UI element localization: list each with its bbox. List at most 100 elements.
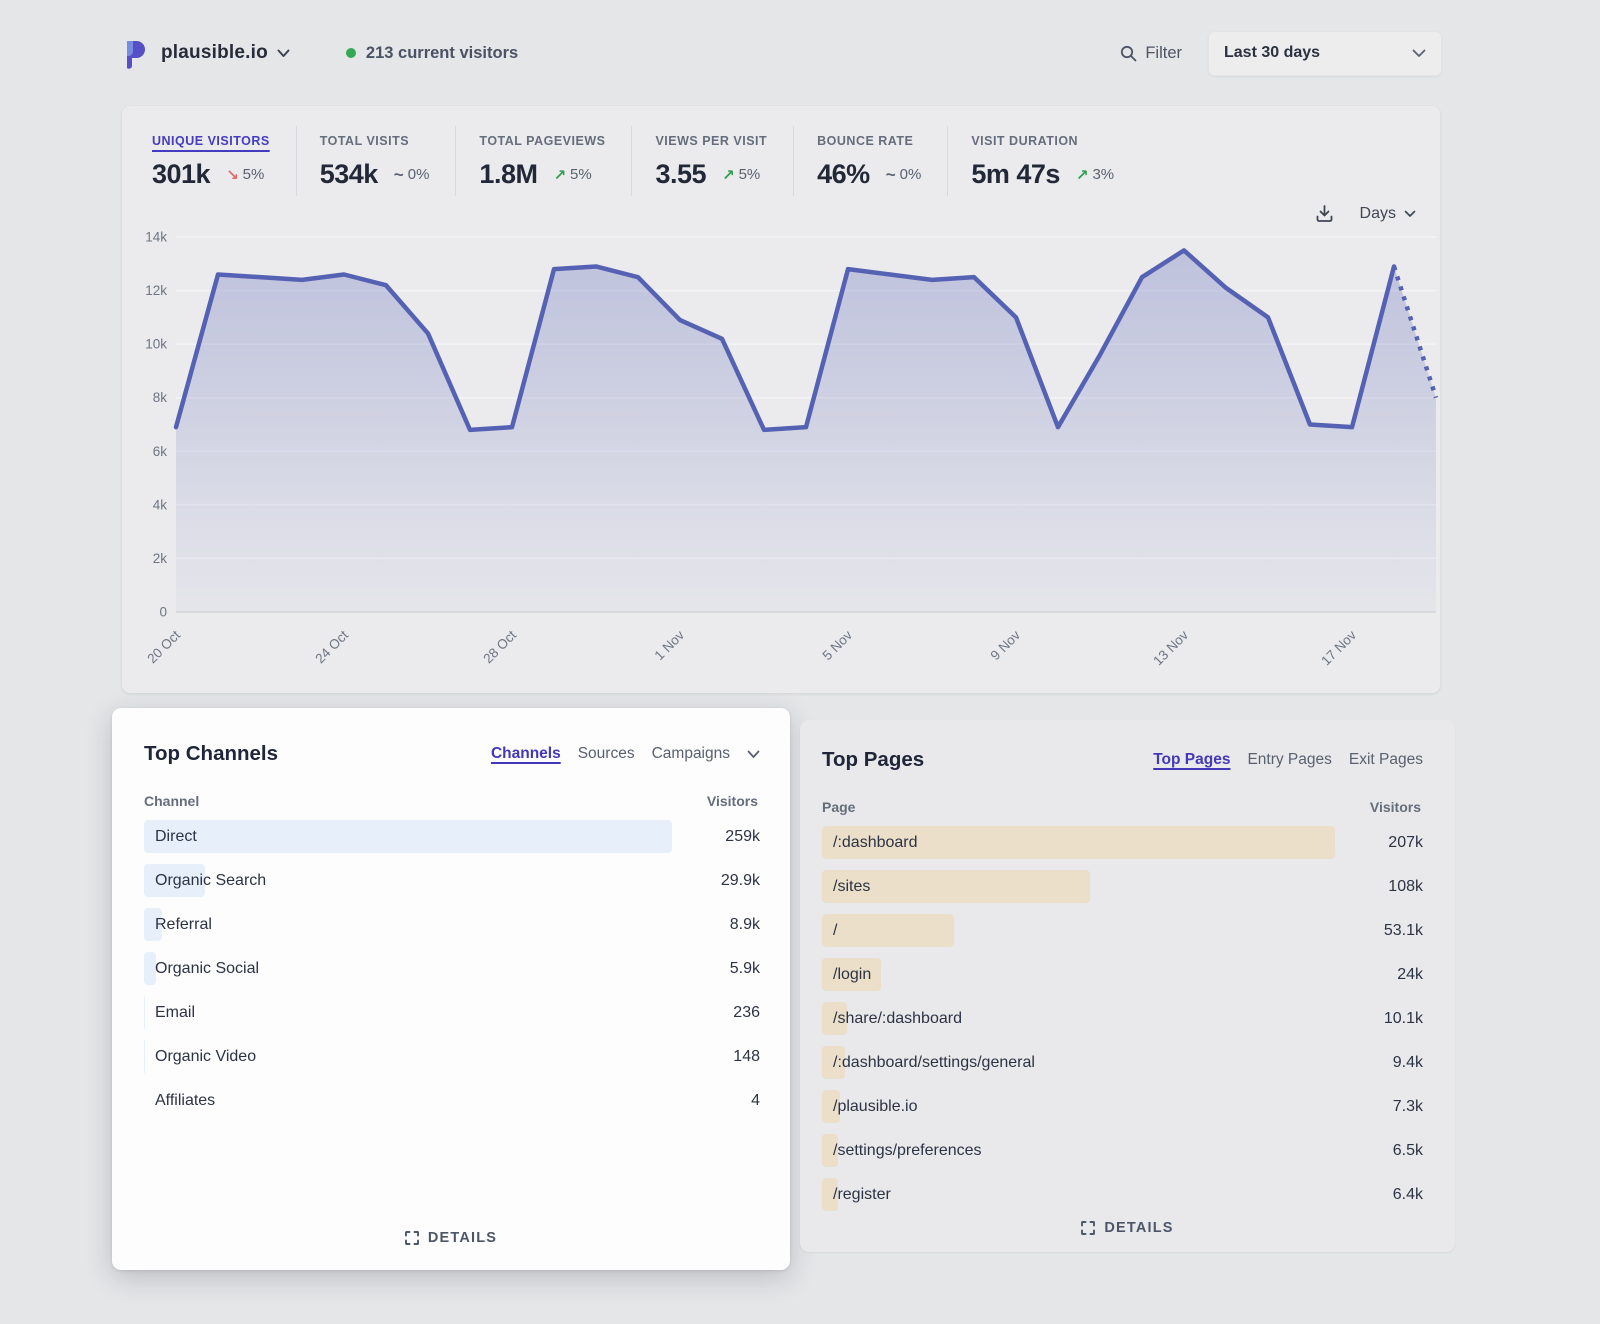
channel-row[interactable]: Affiliates 4 xyxy=(144,1084,760,1117)
row-label[interactable]: Referral xyxy=(144,916,212,933)
row-visitors-value: 259k xyxy=(672,828,760,846)
filter-button[interactable]: Filter xyxy=(1120,44,1182,63)
page-row[interactable]: /sites 108k xyxy=(822,870,1423,903)
trend-arrow-icon: ↘ xyxy=(226,166,239,184)
bar-track: Organic Search xyxy=(144,864,672,897)
plausible-logo-icon xyxy=(122,38,149,69)
pages-list: /:dashboard 207k/sites 108k / 53.1k/login24k… xyxy=(822,826,1423,1211)
stat-total-pageviews[interactable]: TOTAL PAGEVIEWS 1.8M ↗5% xyxy=(455,126,631,196)
row-visitors-value: 53.1k xyxy=(1335,922,1423,940)
row-label[interactable]: /login xyxy=(822,966,871,983)
tab-sources[interactable]: Sources xyxy=(578,745,635,763)
current-visitors[interactable]: 213 current visitors xyxy=(346,44,518,63)
row-label[interactable]: /settings/preferences xyxy=(822,1142,982,1159)
stat-bounce-rate[interactable]: BOUNCE RATE 46% ~0% xyxy=(793,126,947,196)
interval-select[interactable]: Days xyxy=(1360,205,1416,223)
svg-text:1 Nov: 1 Nov xyxy=(652,627,688,663)
trend-arrow-icon: ↗ xyxy=(722,166,735,184)
tab-exit-pages[interactable]: Exit Pages xyxy=(1349,751,1423,769)
row-label[interactable]: / xyxy=(822,922,837,939)
page-row[interactable]: /:dashboard 207k xyxy=(822,826,1423,859)
row-label[interactable]: /share/:dashboard xyxy=(822,1010,962,1027)
page-row[interactable]: /share/:dashboard10.1k xyxy=(822,1002,1423,1035)
row-visitors-value: 6.5k xyxy=(1335,1142,1423,1160)
row-label[interactable]: Affiliates xyxy=(144,1092,215,1109)
svg-text:14k: 14k xyxy=(145,230,167,245)
page-row[interactable]: /login24k xyxy=(822,958,1423,991)
download-icon[interactable] xyxy=(1315,204,1334,223)
bar-track: /:dashboard xyxy=(822,826,1335,859)
svg-text:9 Nov: 9 Nov xyxy=(988,627,1024,663)
row-label[interactable]: /:dashboard/settings/general xyxy=(822,1054,1035,1071)
search-icon xyxy=(1120,45,1137,62)
row-visitors-value: 4 xyxy=(672,1092,760,1110)
bar-track: /login xyxy=(822,958,1335,991)
row-label[interactable]: Organic Social xyxy=(144,960,259,977)
panel-title: Top Pages xyxy=(822,748,924,772)
site-switcher[interactable]: plausible.io xyxy=(122,38,290,69)
page-row[interactable]: /:dashboard/settings/general9.4k xyxy=(822,1046,1423,1079)
value-bar xyxy=(144,820,672,853)
trend-arrow-icon: ↗ xyxy=(553,166,566,184)
page-row[interactable]: / 53.1k xyxy=(822,914,1423,947)
value-bar xyxy=(822,914,954,947)
date-range-select[interactable]: Last 30 days xyxy=(1208,31,1442,76)
col-channel: Channel xyxy=(144,793,199,809)
stat-views-per-visit[interactable]: VIEWS PER VISIT 3.55 ↗5% xyxy=(631,126,793,196)
svg-text:10k: 10k xyxy=(145,337,167,352)
row-label[interactable]: Direct xyxy=(144,828,197,845)
tab-channels[interactable]: Channels xyxy=(491,745,561,763)
tab-campaigns[interactable]: Campaigns xyxy=(652,745,730,763)
tab-entry-pages[interactable]: Entry Pages xyxy=(1247,751,1331,769)
bar-track: /plausible.io xyxy=(822,1090,1335,1123)
interval-value: Days xyxy=(1360,205,1396,223)
details-label: DETAILS xyxy=(1104,1220,1173,1236)
chevron-down-icon[interactable] xyxy=(747,750,760,759)
filter-label: Filter xyxy=(1145,44,1182,63)
visitors-line-chart[interactable]: 02k4k6k8k10k12k14k20 Oct24 Oct28 Oct1 No… xyxy=(130,225,1440,683)
top-stats-row: UNIQUE VISITORS 301k ↘5% TOTAL VISITS 53… xyxy=(122,126,1440,196)
row-visitors-value: 108k xyxy=(1335,878,1423,896)
bar-track: Affiliates xyxy=(144,1084,672,1117)
stat-unique-visitors[interactable]: UNIQUE VISITORS 301k ↘5% xyxy=(152,126,296,196)
stat-visit-duration[interactable]: VISIT DURATION 5m 47s ↗3% xyxy=(947,126,1140,196)
stat-total-visits[interactable]: TOTAL VISITS 534k ~0% xyxy=(296,126,456,196)
row-visitors-value: 207k xyxy=(1335,834,1423,852)
chevron-down-icon xyxy=(1404,210,1416,218)
channels-tabs: Channels Sources Campaigns xyxy=(491,745,760,763)
channel-row[interactable]: Organic Search29.9k xyxy=(144,864,760,897)
row-label[interactable]: Organic Video xyxy=(144,1048,256,1065)
row-label[interactable]: /:dashboard xyxy=(822,834,918,851)
trend-arrow-icon: ~ xyxy=(886,165,896,185)
channel-row[interactable]: Direct 259k xyxy=(144,820,760,853)
row-label[interactable]: Organic Search xyxy=(144,872,266,889)
bar-track: /share/:dashboard xyxy=(822,1002,1335,1035)
svg-text:0: 0 xyxy=(159,605,167,620)
page-row[interactable]: /settings/preferences 6.5k xyxy=(822,1134,1423,1167)
row-label[interactable]: Email xyxy=(144,1004,195,1021)
expand-icon xyxy=(405,1231,419,1245)
channels-details-button[interactable]: DETAILS xyxy=(112,1230,790,1246)
top-channels-panel: Top Channels Channels Sources Campaigns … xyxy=(112,708,790,1270)
row-label[interactable]: /plausible.io xyxy=(822,1098,918,1115)
channel-row[interactable]: Email236 xyxy=(144,996,760,1029)
bar-track: /:dashboard/settings/general xyxy=(822,1046,1335,1079)
channel-row[interactable]: Organic Video148 xyxy=(144,1040,760,1073)
tab-top-pages[interactable]: Top Pages xyxy=(1153,751,1230,769)
row-label[interactable]: /sites xyxy=(822,878,870,895)
row-label[interactable]: /register xyxy=(822,1186,891,1203)
bar-track: Organic Social xyxy=(144,952,672,985)
topbar: plausible.io 213 current visitors Filter… xyxy=(0,0,1600,106)
page-row[interactable]: /register6.4k xyxy=(822,1178,1423,1211)
bar-track: Referral xyxy=(144,908,672,941)
page-row[interactable]: /plausible.io7.3k xyxy=(822,1090,1423,1123)
chevron-down-icon xyxy=(277,49,290,58)
top-pages-panel: Top Pages Top Pages Entry Pages Exit Pag… xyxy=(800,720,1455,1252)
channel-row[interactable]: Organic Social5.9k xyxy=(144,952,760,985)
svg-text:17 Nov: 17 Nov xyxy=(1318,627,1359,668)
channels-list: Direct 259k Organic Search29.9k Referral8.9… xyxy=(144,820,760,1117)
channel-row[interactable]: Referral8.9k xyxy=(144,908,760,941)
bar-track: Organic Video xyxy=(144,1040,672,1073)
pages-details-button[interactable]: DETAILS xyxy=(800,1220,1455,1236)
trend-arrow-icon: ↗ xyxy=(1076,166,1089,184)
